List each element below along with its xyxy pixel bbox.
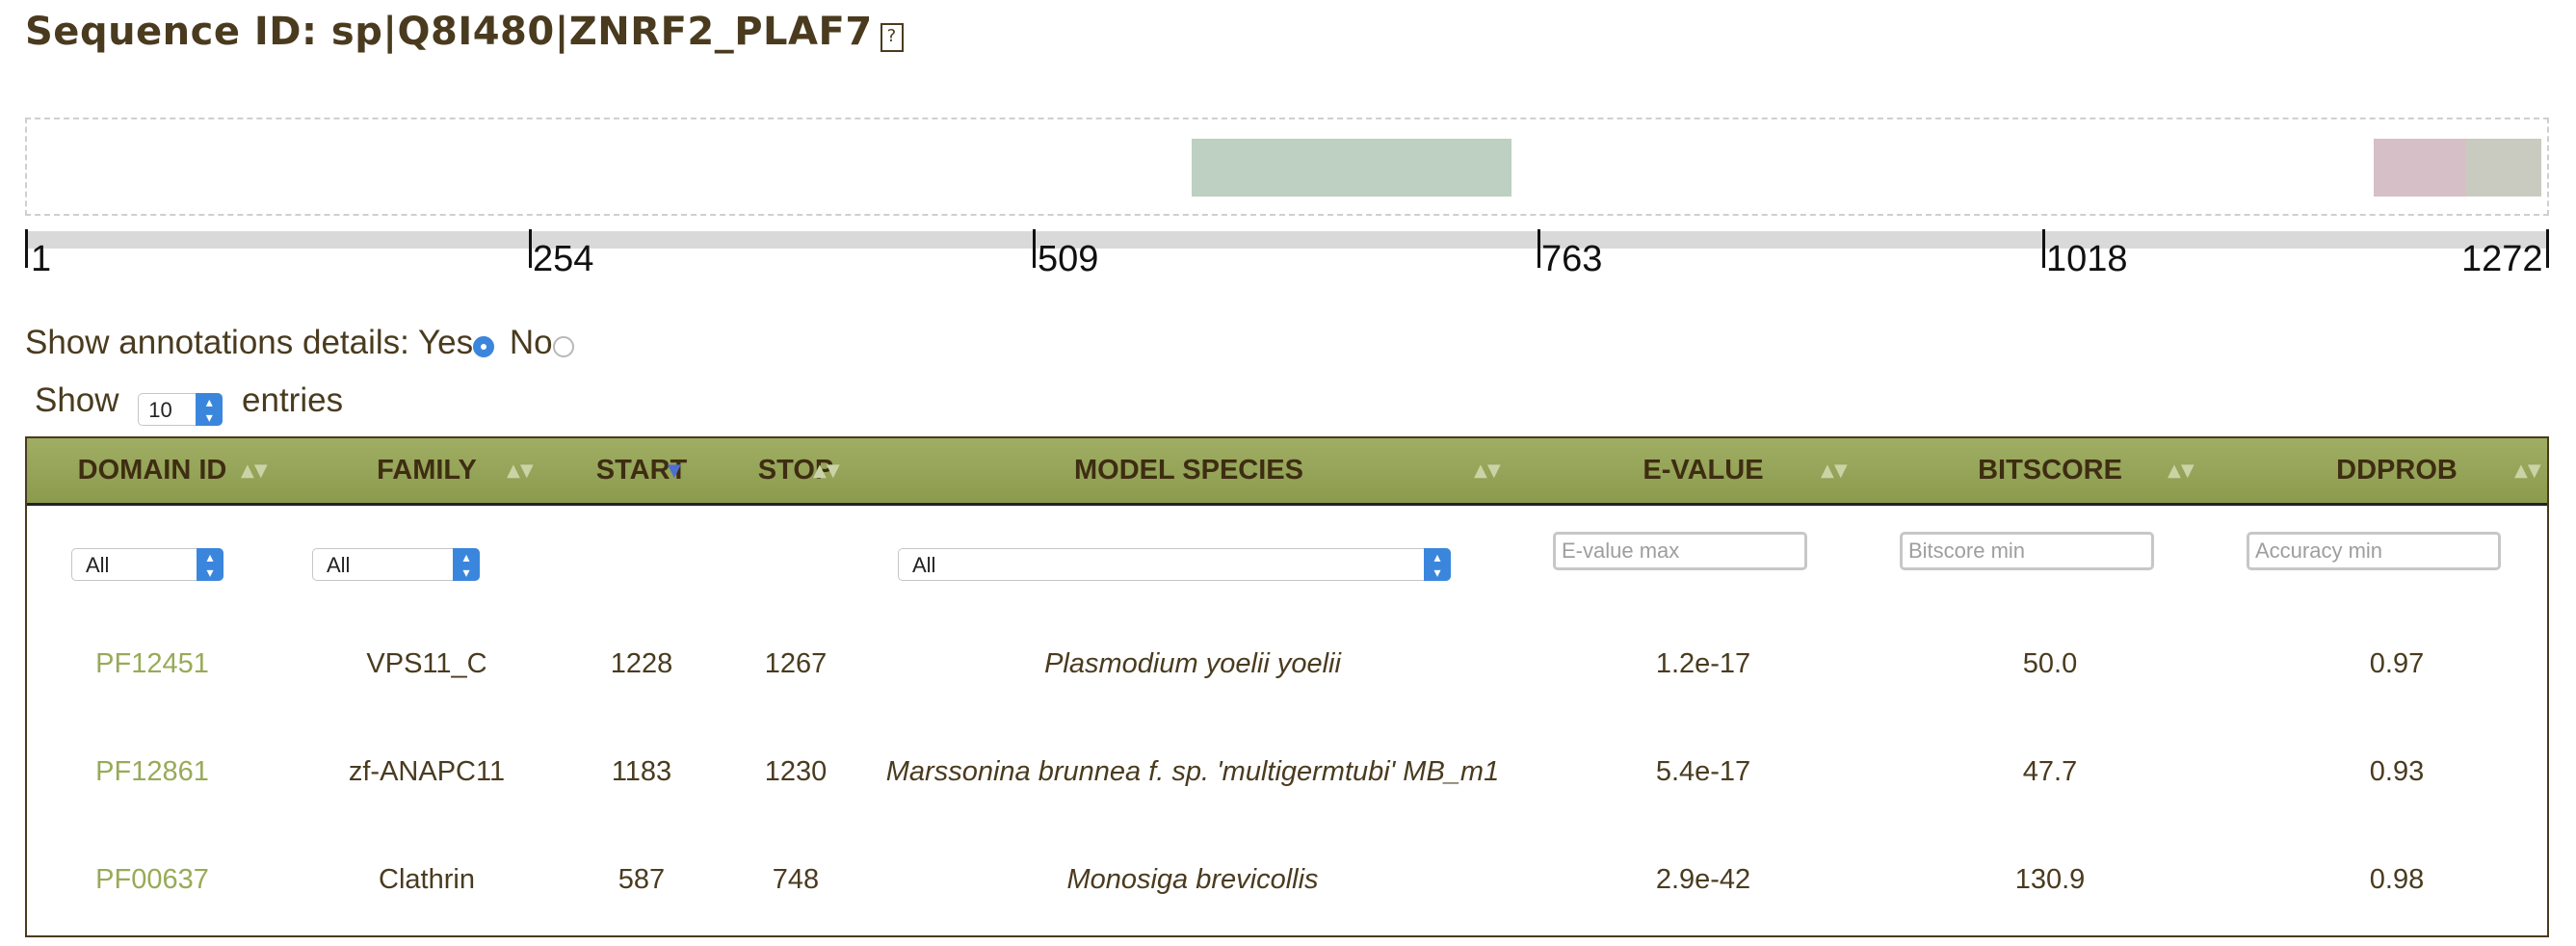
domain-segment-zf-anapc11[interactable] (2374, 139, 2465, 197)
axis-tick-label: 254 (533, 239, 594, 279)
stop-cell: 1230 (764, 756, 828, 787)
bitscore-min-input[interactable]: Bitscore min (1900, 532, 2154, 570)
axis-tick-label: 1272 (2461, 239, 2543, 279)
domain-id-link[interactable]: PF12861 (46, 752, 258, 791)
bitscore-cell: 130.9 (2014, 864, 2086, 895)
stop-cell: 748 (772, 864, 820, 895)
species-cell: Monosiga brevicollis (1066, 864, 1319, 895)
sort-icon: ▲▼ (1474, 460, 1501, 481)
domain-table: DOMAIN ID ▲▼ FAMILY ▲▼ START ▼ STOP ▲▼ M… (25, 436, 2549, 937)
evalue-max-input[interactable]: E-value max (1553, 532, 1807, 570)
select-arrows-icon: ▴ ▾ (197, 548, 223, 581)
annotations-no-label: No (509, 324, 553, 361)
domain-id-link[interactable]: PF12451 (46, 644, 258, 683)
species-cell: Plasmodium yoelii yoelii (1044, 648, 1341, 679)
entries-label: entries (242, 381, 344, 419)
sequence-id-title: Sequence ID: sp|Q8I480|ZNRF2_PLAF7 (25, 10, 873, 54)
evalue-cell: 1.2e-17 (1655, 648, 1751, 679)
annotations-no-radio[interactable] (552, 336, 574, 357)
annotations-toggle: Show annotations details: Yes No (25, 324, 580, 362)
domain-segment-clathrin[interactable] (1192, 139, 1511, 197)
bitscore-cell: 50.0 (2022, 648, 2078, 679)
domain-id-link[interactable]: PF00637 (46, 860, 258, 899)
axis-tick-label: 1018 (2046, 239, 2128, 279)
model-species-filter-value: All (912, 553, 936, 577)
column-header-start[interactable]: START (565, 438, 719, 503)
annotations-yes-radio[interactable] (473, 336, 495, 357)
axis-tick-label: 763 (1541, 239, 1603, 279)
domain-id-filter[interactable]: All ▴ ▾ (71, 548, 223, 581)
axis-tick (25, 229, 28, 268)
axis-tick (1538, 229, 1540, 268)
bitscore-cell: 47.7 (2022, 756, 2078, 787)
axis-tick (529, 229, 532, 268)
column-header-domain-id[interactable]: DOMAIN ID (46, 438, 258, 503)
domain-id-filter-value: All (86, 553, 110, 577)
axis-tick (2546, 229, 2549, 268)
species-cell: Marssonina brunnea f. sp. 'multigermtubi… (885, 756, 1500, 787)
sort-icon: ▲▼ (507, 460, 534, 481)
family-cell: Clathrin (379, 864, 475, 895)
ddprob-cell: 0.93 (2369, 756, 2425, 787)
start-cell: 587 (618, 864, 666, 895)
start-cell: 1183 (611, 756, 672, 787)
page-title: Sequence ID: sp|Q8I480|ZNRF2_PLAF7? (25, 10, 904, 54)
family-cell: VPS11_C (366, 648, 487, 679)
sort-icon: ▲▼ (1821, 460, 1848, 481)
show-entries: Show 10 ▴ ▾ entries (35, 381, 343, 426)
annotations-label: Show annotations details: (25, 324, 409, 361)
show-label: Show (35, 381, 119, 419)
select-arrows-icon: ▴ ▾ (196, 393, 223, 426)
entries-select-value: 10 (148, 398, 172, 422)
sort-icon: ▲▼ (813, 460, 840, 481)
axis-tick (2042, 229, 2045, 268)
sequence-axis (25, 231, 2549, 249)
accuracy-min-input[interactable]: Accuracy min (2247, 532, 2501, 570)
axis-tick-label: 509 (1038, 239, 1099, 279)
family-cell: zf-ANAPC11 (348, 756, 506, 787)
axis-tick-label: 1 (31, 239, 52, 279)
ddprob-cell: 0.97 (2369, 648, 2425, 679)
start-cell: 1228 (610, 648, 673, 679)
family-filter-value: All (327, 553, 351, 577)
help-icon[interactable]: ? (880, 23, 904, 52)
sort-icon: ▲▼ (2168, 460, 2195, 481)
ddprob-cell: 0.98 (2369, 864, 2425, 895)
model-species-filter[interactable]: All ▴ ▾ (898, 548, 1451, 581)
domain-architecture-map (25, 118, 2549, 216)
domain-segment-vps11-c[interactable] (2465, 139, 2541, 197)
table-header: DOMAIN ID ▲▼ FAMILY ▲▼ START ▼ STOP ▲▼ M… (27, 438, 2547, 506)
annotations-yes-label: Yes (417, 324, 474, 361)
column-header-stop[interactable]: STOP (719, 438, 873, 503)
sort-icon: ▲▼ (241, 460, 268, 481)
stop-cell: 1267 (764, 648, 828, 679)
select-arrows-icon: ▴ ▾ (453, 548, 480, 581)
select-arrows-icon: ▴ ▾ (1424, 548, 1451, 581)
entries-select[interactable]: 10 ▴ ▾ (138, 393, 223, 426)
column-header-model-species[interactable]: MODEL SPECIES (881, 438, 1497, 503)
sort-descending-icon: ▼ (668, 460, 681, 481)
sort-icon: ▲▼ (2514, 460, 2541, 481)
family-filter[interactable]: All ▴ ▾ (312, 548, 480, 581)
evalue-cell: 2.9e-42 (1655, 864, 1751, 895)
axis-tick (1033, 229, 1036, 268)
evalue-cell: 5.4e-17 (1655, 756, 1751, 787)
